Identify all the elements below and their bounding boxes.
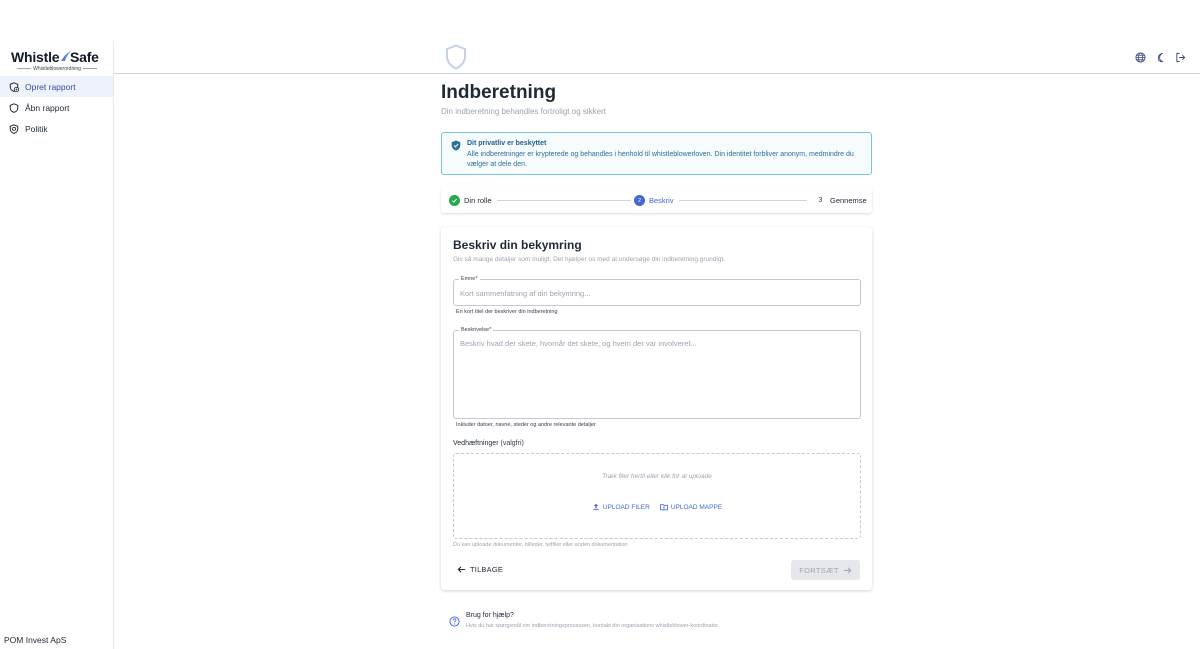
upload-icon bbox=[593, 503, 599, 511]
step-number: 3 bbox=[818, 197, 823, 204]
globe-icon bbox=[1135, 52, 1146, 63]
theme-toggle-button[interactable] bbox=[1155, 52, 1166, 63]
arrow-left-icon bbox=[457, 566, 466, 573]
sidebar-item-label: Åbn rapport bbox=[25, 102, 70, 113]
step-label: Din rolle bbox=[464, 196, 492, 205]
shield-plus-icon bbox=[9, 81, 19, 92]
shield-check-icon bbox=[451, 140, 461, 151]
upload-buttons: UPLOAD FILER UPLOAD MAPPE bbox=[454, 503, 860, 511]
top-bar bbox=[114, 42, 1200, 74]
sidebar-item-policy[interactable]: Politik bbox=[0, 118, 113, 139]
brand-tagline: Whistleblowerordning bbox=[11, 66, 103, 72]
sidebar-item-open-report[interactable]: Åbn rapport bbox=[0, 97, 113, 118]
step-review: 3 Gennemse bbox=[815, 195, 867, 206]
form-title: Beskriv din bekymring bbox=[453, 238, 582, 252]
logout-icon bbox=[1176, 52, 1186, 63]
shield-watermark-icon bbox=[446, 44, 466, 70]
subject-label: Emne* bbox=[459, 276, 480, 282]
subject-input[interactable] bbox=[460, 289, 855, 298]
step-role: Din rolle bbox=[449, 195, 492, 206]
logout-button[interactable] bbox=[1175, 52, 1186, 63]
folder-upload-icon bbox=[660, 504, 668, 511]
check-circle-icon bbox=[449, 195, 460, 206]
help-section: Brug for hjælp? Hvis du har spørgsmål om… bbox=[449, 612, 869, 636]
description-textarea[interactable] bbox=[460, 339, 855, 417]
help-circle-icon bbox=[449, 616, 460, 627]
shield-icon bbox=[9, 102, 19, 113]
page-title: Indberetning bbox=[441, 82, 557, 103]
privacy-title: Dit privatliv er beskyttet bbox=[467, 140, 547, 147]
attachments-label: Vedhæftninger (valgfri) bbox=[453, 440, 524, 447]
progress-stepper: Din rolle 2 Beskriv 3 Gennemse bbox=[441, 188, 872, 213]
arrow-right-icon bbox=[843, 566, 852, 574]
step-label: Gennemse bbox=[830, 196, 867, 205]
back-button[interactable]: TILBAGE bbox=[457, 565, 503, 574]
page-subtitle: Din indberetning behandles fortroligt og… bbox=[441, 107, 606, 116]
sidebar: Whistle Safe Whistleblowerordning Opret … bbox=[0, 42, 114, 649]
sidebar-item-label: Politik bbox=[25, 123, 48, 134]
step-describe: 2 Beskriv bbox=[634, 195, 674, 206]
step-connector bbox=[497, 200, 631, 201]
attachments-dropzone[interactable]: Træk filer hertil eller klik for at uplo… bbox=[453, 453, 861, 539]
dropzone-hint: Træk filer hertil eller klik for at uplo… bbox=[602, 473, 712, 480]
brand-name-left: Whistle bbox=[11, 49, 60, 65]
describe-form-card: Beskriv din bekymring Giv så mange detal… bbox=[441, 227, 872, 590]
step-connector bbox=[679, 200, 807, 201]
brand-logo[interactable]: Whistle Safe Whistleblowerordning bbox=[11, 49, 103, 75]
shield-badge-icon bbox=[9, 123, 19, 134]
privacy-text: Alle indberetninger er krypterede og beh… bbox=[467, 151, 854, 168]
description-field: Beskrivelse* bbox=[453, 327, 861, 419]
form-subtitle: Giv så mange detaljer som muligt. Det hj… bbox=[453, 256, 726, 263]
description-label: Beskrivelse* bbox=[459, 327, 494, 333]
sidebar-nav: Opret rapport Åbn rapport Politik bbox=[0, 76, 113, 139]
sidebar-item-create-report[interactable]: Opret rapport bbox=[0, 76, 113, 97]
subject-helper: En kort titel der beskriver din indberet… bbox=[456, 309, 558, 315]
company-name: POM Invest ApS bbox=[4, 635, 67, 645]
continue-button[interactable]: FORTSÆT bbox=[791, 560, 860, 580]
help-title: Brug for hjælp? bbox=[466, 612, 514, 619]
help-text: Hvis du har spørgsmål om indberetningspr… bbox=[466, 623, 720, 629]
upload-folder-button[interactable]: UPLOAD MAPPE bbox=[660, 503, 722, 511]
brand-name-right: Safe bbox=[70, 49, 99, 65]
description-helper: Inkluder datoer, navne, steder og andre … bbox=[456, 422, 596, 428]
language-button[interactable] bbox=[1135, 52, 1146, 63]
privacy-notice: Dit privatliv er beskyttet Alle indberet… bbox=[441, 132, 872, 175]
sidebar-item-label: Opret rapport bbox=[25, 81, 76, 92]
moon-icon bbox=[1157, 52, 1163, 63]
top-actions bbox=[1135, 52, 1186, 63]
upload-files-button[interactable]: UPLOAD FILER bbox=[592, 503, 650, 511]
step-label: Beskriv bbox=[649, 196, 674, 205]
subject-field: Emne* bbox=[453, 276, 861, 306]
step-number: 2 bbox=[634, 195, 645, 206]
attachments-helper: Du kan uploade dokumenter, billeder, lyd… bbox=[453, 542, 628, 548]
